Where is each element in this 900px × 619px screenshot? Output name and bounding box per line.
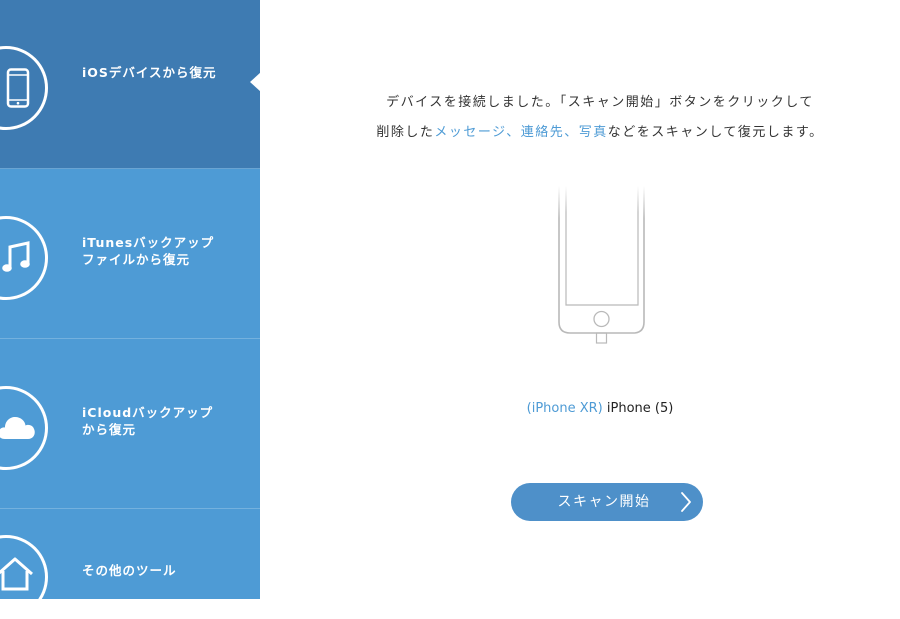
device-model: (iPhone XR): [526, 401, 603, 416]
music-note-icon: [2, 241, 30, 272]
nav-icon-circle: [0, 46, 48, 130]
sidebar-item-other-tools[interactable]: その他のツール: [0, 509, 260, 619]
instruction-line-2: 削除したメッセージ、連絡先、写真などをスキャンして復元します。: [376, 125, 823, 140]
instruction-line-1: デバイスを接続しました。「スキャン開始」ボタンをクリックして: [386, 95, 814, 110]
chevron-right-icon: [681, 492, 691, 512]
cloud-icon: [0, 417, 35, 439]
sidebar-item-label: iOSデバイスから復元: [82, 65, 217, 80]
device-name: iPhone (5): [602, 401, 674, 416]
sidebar-item-itunes-backup[interactable]: iTunesバックアップ ファイルから復元: [0, 169, 260, 339]
instruction-suffix: などをスキャンして復元します。: [607, 125, 824, 140]
instruction-highlight: メッセージ、連絡先、写真: [434, 125, 608, 140]
sidebar: iOSデバイスから復元 iTunesバックアップ ファイルから復元 iCloud…: [0, 0, 261, 619]
smartphone-icon: [6, 68, 30, 108]
instruction-text: デバイスを接続しました。「スキャン開始」ボタンをクリックして 削除したメッセージ…: [330, 88, 870, 148]
sidebar-item-label: その他のツール: [82, 563, 177, 578]
start-scan-button[interactable]: スキャン開始: [511, 483, 703, 521]
nav-icon-circle: [0, 386, 48, 470]
sidebar-item-icloud-backup[interactable]: iCloudバックアップ から復元: [0, 339, 260, 509]
nav-icon-circle: [0, 535, 48, 619]
sidebar-item-label: iTunesバックアップ ファイルから復元: [82, 235, 215, 267]
nav-icon-circle: [0, 216, 48, 300]
device-info: (iPhone XR) iPhone (5): [450, 401, 750, 416]
sidebar-item-label: iCloudバックアップ から復元: [82, 405, 214, 437]
phone-illustration: [558, 186, 645, 369]
active-item-pointer: [250, 72, 261, 92]
instruction-prefix: 削除した: [376, 125, 435, 140]
sidebar-item-ios-device[interactable]: iOSデバイスから復元: [0, 0, 260, 169]
start-scan-label: スキャン開始: [557, 494, 651, 510]
home-icon: [0, 557, 33, 591]
